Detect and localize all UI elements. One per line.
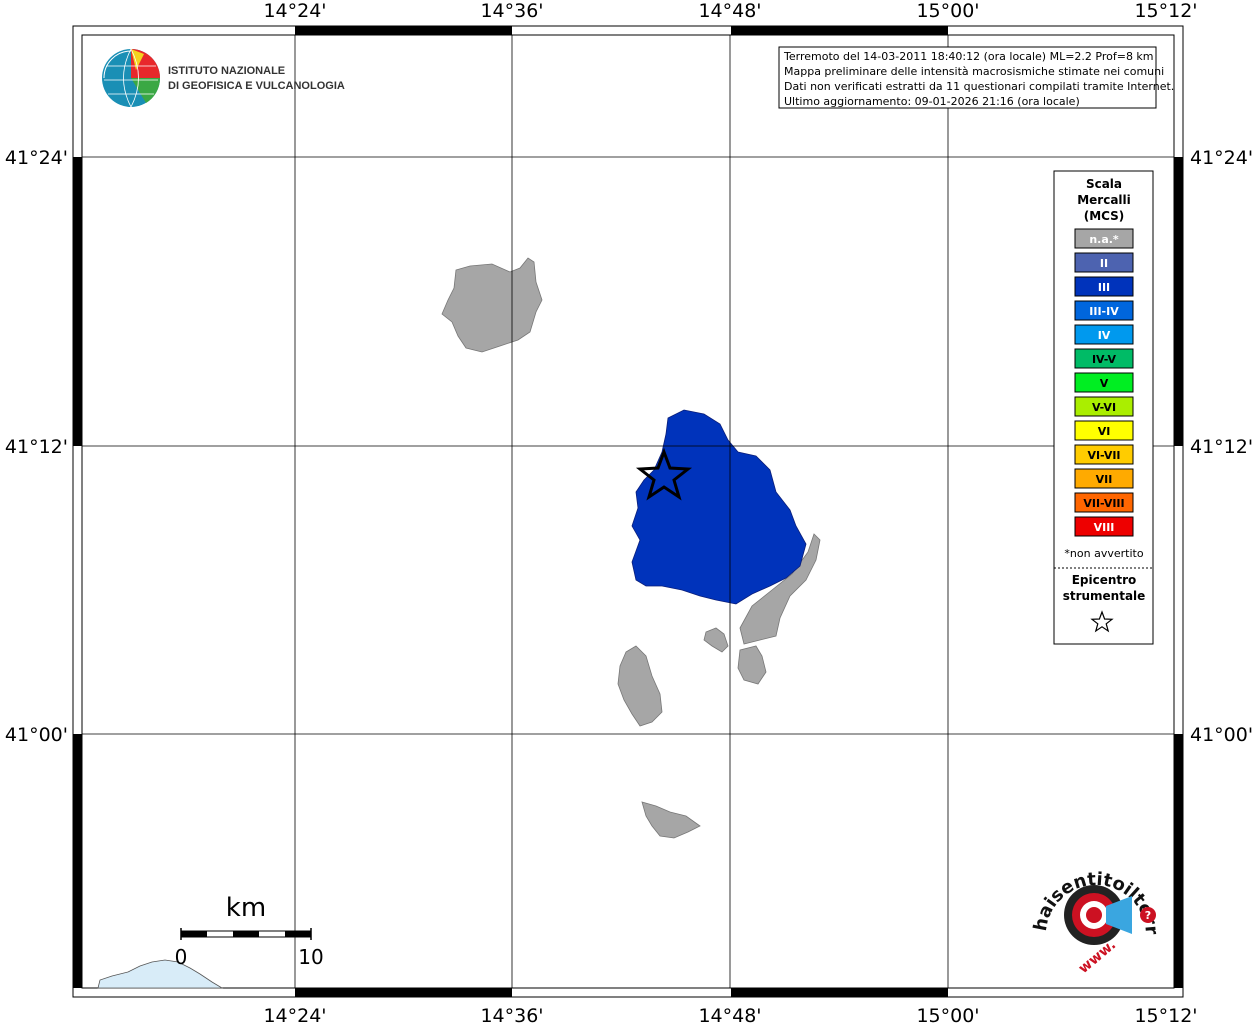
lon-labels-bottom: 14°24' 14°36' 14°48' 15°00' 15°12'	[263, 1005, 1197, 1024]
mcs-legend: Scala Mercalli (MCS) n.a.*IIIIIIII-IVIVI…	[1053, 170, 1154, 645]
legend-note: *non avvertito	[1064, 547, 1143, 560]
legend-title-line1: Scala	[1086, 177, 1122, 191]
lat-label-right-2: 41°12'	[1190, 436, 1253, 458]
scale-bar-start: 0	[175, 945, 188, 969]
macroseismic-map: 14°24' 14°36' 14°48' 15°00' 15°12' 14°24…	[0, 0, 1253, 1024]
legend-label-5: IV-V	[1092, 353, 1117, 366]
legend-label-9: VI-VII	[1087, 449, 1120, 462]
map-frame-inner	[81, 34, 1175, 989]
lon-label-bottom-5: 15°12'	[1134, 1005, 1197, 1024]
lon-label-top-4: 15°00'	[916, 0, 979, 22]
lon-label-top-3: 14°48'	[698, 0, 761, 22]
lat-label-right-1: 41°24'	[1190, 147, 1253, 169]
legend-label-0: n.a.*	[1089, 233, 1119, 246]
lat-labels-left: 41°24' 41°12' 41°00'	[5, 147, 68, 746]
lon-label-top-2: 14°36'	[480, 0, 543, 22]
lon-label-top-1: 14°24'	[263, 0, 326, 22]
legend-label-4: IV	[1098, 329, 1111, 342]
legend-label-12: VIII	[1094, 521, 1115, 534]
legend-label-6: V	[1100, 377, 1109, 390]
legend-epicenter-line2: strumentale	[1063, 589, 1146, 603]
info-line-data-source: Dati non verificati estratti da 11 quest…	[784, 80, 1174, 93]
info-line-event: Terremoto del 14-03-2011 18:40:12 (ora l…	[783, 50, 1154, 63]
legend-label-7: V-VI	[1092, 401, 1116, 414]
event-info-box: Terremoto del 14-03-2011 18:40:12 (ora l…	[778, 46, 1174, 109]
legend-label-1: II	[1100, 257, 1108, 270]
lat-label-right-3: 41°00'	[1190, 724, 1253, 746]
lon-label-bottom-2: 14°36'	[480, 1005, 543, 1024]
lon-label-bottom-3: 14°48'	[698, 1005, 761, 1024]
legend-title-line2: Mercalli	[1077, 193, 1131, 207]
lat-label-left-1: 41°24'	[5, 147, 68, 169]
scale-bar-title: km	[226, 893, 266, 923]
legend-epicenter-line1: Epicentro	[1072, 573, 1137, 587]
legend-label-10: VII	[1096, 473, 1113, 486]
lat-label-left-3: 41°00'	[5, 724, 68, 746]
legend-label-11: VII-VIII	[1083, 497, 1124, 510]
legend-title-line3: (MCS)	[1084, 209, 1125, 223]
svg-text:?: ?	[1145, 909, 1151, 922]
lat-labels-right: 41°24' 41°12' 41°00'	[1190, 147, 1253, 746]
lon-label-bottom-4: 15°00'	[916, 1005, 979, 1024]
legend-label-2: III	[1098, 281, 1110, 294]
lon-label-bottom-1: 14°24'	[263, 1005, 326, 1024]
info-line-last-update: Ultimo aggiornamento: 09-01-2026 21:16 (…	[784, 95, 1080, 108]
legend-label-3: III-IV	[1089, 305, 1119, 318]
lon-label-top-5: 15°12'	[1134, 0, 1197, 22]
info-line-description: Mappa preliminare delle intensità macros…	[784, 65, 1164, 78]
ingv-name-line2: DI GEOFISICA E VULCANOLOGIA	[168, 80, 345, 92]
legend-label-8: VI	[1098, 425, 1111, 438]
scale-bar-end: 10	[298, 945, 323, 969]
lon-labels-top: 14°24' 14°36' 14°48' 15°00' 15°12'	[263, 0, 1197, 22]
ingv-name-line1: ISTITUTO NAZIONALE	[168, 65, 285, 77]
lat-label-left-2: 41°12'	[5, 436, 68, 458]
